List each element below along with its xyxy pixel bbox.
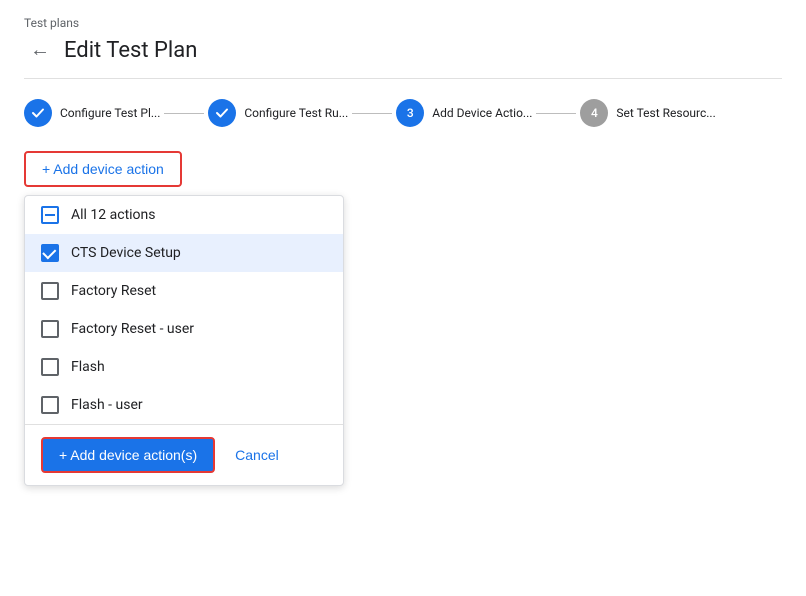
dropdown-item-flash[interactable]: Flash (25, 348, 343, 386)
dropdown-item-all[interactable]: All 12 actions (25, 196, 343, 234)
actions-dropdown: All 12 actions CTS Device Setup Factory Re… (24, 195, 344, 486)
step-label-3: Add Device Actio... (432, 106, 532, 120)
step-connector-2 (352, 113, 392, 114)
checkbox-factory_reset_user (41, 320, 59, 338)
back-button[interactable]: ← (24, 34, 56, 66)
stepper: Configure Test Pl... Configure Test Ru...… (24, 99, 782, 127)
dropdown-item-factory_reset_user[interactable]: Factory Reset - user (25, 310, 343, 348)
dropdown-item-label-factory_reset: Factory Reset (71, 283, 156, 299)
step-label-4: Set Test Resourc... (616, 106, 715, 120)
dropdown-item-flash_user[interactable]: Flash - user (25, 386, 343, 424)
add-action-submit-button[interactable]: + Add device action(s) (41, 437, 215, 473)
dropdown-list: All 12 actions CTS Device Setup Factory Re… (25, 196, 343, 424)
step-1: Configure Test Pl... (24, 99, 160, 127)
step-circle-4: 4 (580, 99, 608, 127)
dropdown-item-factory_reset[interactable]: Factory Reset (25, 272, 343, 310)
add-device-action-button[interactable]: + Add device action (24, 151, 182, 187)
checkbox-flash_user (41, 396, 59, 414)
dropdown-item-label-factory_reset_user: Factory Reset - user (71, 321, 194, 337)
step-label-1: Configure Test Pl... (60, 106, 160, 120)
dropdown-item-cts[interactable]: CTS Device Setup (25, 234, 343, 272)
step-connector-1 (164, 113, 204, 114)
dropdown-item-label-flash: Flash (71, 359, 105, 375)
cancel-button[interactable]: Cancel (231, 439, 283, 471)
step-2: Configure Test Ru... (208, 99, 348, 127)
page-title: Edit Test Plan (64, 38, 197, 63)
step-circle-2 (208, 99, 236, 127)
header-divider (24, 78, 782, 79)
step-3: 3 Add Device Actio... (396, 99, 532, 127)
step-label-2: Configure Test Ru... (244, 106, 348, 120)
checkbox-cts (41, 244, 59, 262)
step-circle-3: 3 (396, 99, 424, 127)
header-row: ← Edit Test Plan (24, 34, 782, 66)
checkbox-all (41, 206, 59, 224)
dropdown-item-label-flash_user: Flash - user (71, 397, 143, 413)
dropdown-item-label-all: All 12 actions (71, 207, 156, 223)
main-content: + Add device action All 12 actionsCTS De… (24, 151, 782, 187)
breadcrumb: Test plans (24, 16, 782, 30)
checkbox-flash (41, 358, 59, 376)
step-circle-1 (24, 99, 52, 127)
step-connector-3 (536, 113, 576, 114)
dropdown-footer: + Add device action(s) Cancel (25, 424, 343, 485)
checkbox-factory_reset (41, 282, 59, 300)
dropdown-item-label-cts: CTS Device Setup (71, 245, 181, 261)
step-4: 4 Set Test Resourc... (580, 99, 715, 127)
